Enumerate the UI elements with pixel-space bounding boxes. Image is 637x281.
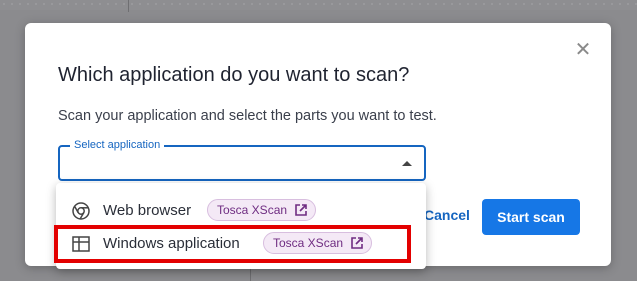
dialog-subtitle: Scan your application and select the par…	[58, 108, 437, 124]
badge-label: Tosca XScan	[217, 203, 288, 217]
close-icon: ✕	[574, 37, 592, 61]
external-link-icon	[351, 237, 363, 249]
cancel-button[interactable]: Cancel	[424, 207, 470, 223]
tosca-xscan-badge[interactable]: Tosca XScan	[263, 232, 373, 254]
chrome-icon	[72, 202, 90, 220]
tosca-xscan-badge[interactable]: Tosca XScan	[207, 199, 317, 221]
option-label: Windows application	[103, 235, 240, 252]
select-application-label: Select application	[70, 138, 165, 152]
windows-icon	[72, 236, 90, 252]
external-link-icon	[295, 204, 307, 216]
dialog-title: Which application do you want to scan?	[58, 64, 410, 86]
application-dropdown: Web browser Tosca XScan Windows applicat…	[56, 183, 426, 269]
option-label: Web browser	[103, 202, 192, 219]
badge-label: Tosca XScan	[273, 236, 344, 250]
backdrop-divider	[128, 0, 129, 12]
start-scan-button[interactable]: Start scan	[482, 199, 580, 235]
close-button[interactable]: ✕	[573, 39, 593, 59]
select-application-field[interactable]: Select application	[58, 138, 426, 181]
caret-up-icon	[402, 161, 412, 166]
option-windows-application[interactable]: Windows application Tosca XScan	[56, 223, 426, 263]
